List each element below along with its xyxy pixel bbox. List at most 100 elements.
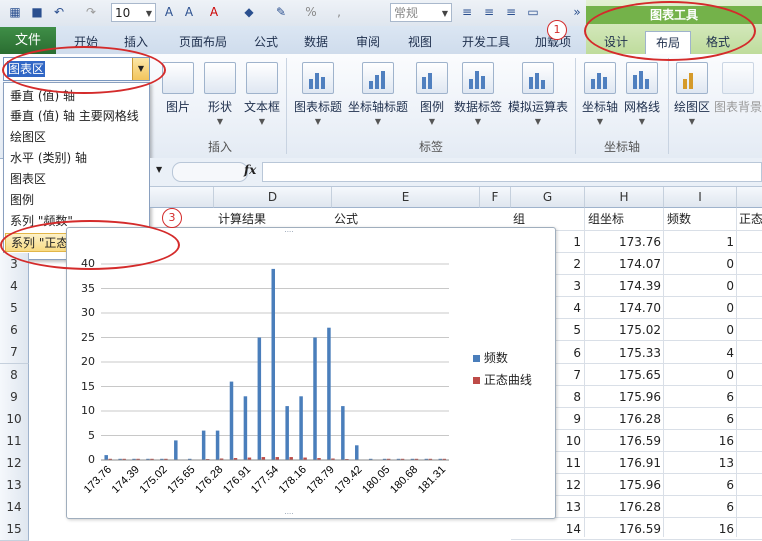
bar-frequency[interactable] — [230, 382, 234, 460]
column-header-g[interactable]: G — [511, 187, 585, 208]
histogram-chart[interactable]: ···· ···· 173.76174.39175.02175.65176.28… — [66, 227, 556, 519]
table-cell[interactable]: 0 — [664, 319, 734, 341]
column-header-f[interactable]: F — [480, 187, 511, 208]
table-cell[interactable]: 176.28 — [585, 496, 661, 518]
table-cell[interactable]: 0 — [664, 253, 734, 275]
chevron-down-icon[interactable]: ▼ — [156, 165, 162, 174]
table-cell[interactable]: 0 — [664, 364, 734, 386]
bar-frequency[interactable] — [341, 406, 345, 460]
column-header-i[interactable]: I — [664, 187, 737, 208]
axes-button[interactable]: 坐标轴▼ — [580, 62, 620, 126]
column-header-d[interactable]: D — [214, 187, 332, 208]
row-header[interactable]: 7 — [0, 341, 29, 364]
plot-area-button[interactable]: 绘图区▼ — [672, 62, 712, 126]
table-cell[interactable]: 176.91 — [585, 452, 661, 474]
tab-formulas[interactable]: 公式 — [248, 32, 284, 52]
tab-data[interactable]: 数据 — [298, 32, 334, 52]
insert-shapes-button[interactable]: 形状▼ — [202, 62, 238, 126]
table-cell[interactable]: 6 — [664, 474, 734, 496]
dropdown-item-horizontal-axis[interactable]: 水平 (类别) 轴 — [10, 149, 87, 168]
cell-i2[interactable]: 频数 — [667, 208, 691, 230]
table-cell[interactable]: 175.96 — [585, 474, 661, 496]
row-header[interactable]: 4 — [0, 275, 29, 298]
bar-frequency[interactable] — [244, 396, 248, 460]
align-center-icon[interactable]: ≡ — [480, 3, 498, 21]
shrink-font-icon[interactable]: A — [180, 3, 198, 21]
table-cell[interactable]: 6 — [664, 408, 734, 430]
column-header-h[interactable]: H — [585, 187, 664, 208]
formula-input[interactable] — [262, 162, 762, 182]
bar-frequency[interactable] — [202, 431, 206, 460]
table-cell[interactable]: 175.96 — [585, 386, 661, 408]
table-cell[interactable]: 16 — [664, 430, 734, 452]
tab-page-layout[interactable]: 页面布局 — [170, 32, 236, 52]
table-cell[interactable]: 4 — [664, 342, 734, 364]
table-cell[interactable]: 0 — [664, 297, 734, 319]
align-right-icon[interactable]: ≡ — [502, 3, 520, 21]
row-header[interactable]: 8 — [0, 364, 29, 387]
column-header-e[interactable]: E — [332, 187, 480, 208]
dropdown-item-vertical-gridlines[interactable]: 垂直 (值) 轴 主要网格线 — [10, 107, 139, 126]
insert-textbox-button[interactable]: 文本框▼ — [242, 62, 282, 126]
redo-icon[interactable]: ↷ — [82, 3, 100, 21]
bar-frequency[interactable] — [258, 338, 262, 461]
row-header[interactable]: 15 — [0, 518, 29, 541]
bar-frequency[interactable] — [104, 455, 108, 460]
dropdown-item-plot-area[interactable]: 绘图区 — [10, 128, 46, 147]
table-cell[interactable]: 173.76 — [585, 231, 661, 253]
bar-frequency[interactable] — [174, 440, 178, 460]
table-cell[interactable]: 6 — [664, 496, 734, 518]
chart-background-button[interactable]: 图表背景 — [714, 62, 762, 115]
bar-frequency[interactable] — [216, 431, 220, 460]
table-cell[interactable]: 175.02 — [585, 319, 661, 341]
merge-icon[interactable]: ▭ — [524, 3, 542, 21]
table-cell[interactable]: 175.33 — [585, 342, 661, 364]
table-cell[interactable]: 1 — [664, 231, 734, 253]
row-header[interactable]: 5 — [0, 297, 29, 320]
bar-frequency[interactable] — [327, 328, 331, 460]
row-header[interactable]: 12 — [0, 452, 29, 475]
cell-h2[interactable]: 组坐标 — [588, 208, 624, 230]
row-header[interactable]: 14 — [0, 496, 29, 519]
table-cell[interactable]: 176.59 — [585, 430, 661, 452]
bar-frequency[interactable] — [272, 269, 276, 460]
data-labels-button[interactable]: 数据标签▼ — [452, 62, 504, 126]
percent-icon[interactable]: % — [302, 3, 320, 21]
legend[interactable]: 频数 正态曲线 — [473, 350, 532, 390]
row-header[interactable]: 10 — [0, 408, 29, 431]
grow-font-icon[interactable]: A — [160, 3, 178, 21]
table-cell[interactable]: 6 — [664, 386, 734, 408]
tab-developer[interactable]: 开发工具 — [456, 32, 516, 52]
data-table-button[interactable]: 模拟运算表▼ — [506, 62, 570, 126]
format-painter-icon[interactable]: ✎ — [272, 3, 290, 21]
align-left-icon[interactable]: ≡ — [458, 3, 476, 21]
row-header[interactable]: 9 — [0, 386, 29, 409]
more-commands-icon[interactable]: » — [568, 3, 586, 21]
row-header[interactable]: 6 — [0, 319, 29, 342]
row-header[interactable]: 13 — [0, 474, 29, 497]
bar-frequency[interactable] — [355, 445, 359, 460]
legend-button[interactable]: 图例▼ — [414, 62, 450, 126]
table-cell[interactable]: 176.28 — [585, 408, 661, 430]
gridlines-button[interactable]: 网格线▼ — [622, 62, 662, 126]
table-cell[interactable]: 174.70 — [585, 297, 661, 319]
number-format-combo[interactable]: 常规▼ — [390, 3, 452, 22]
column-header-j[interactable] — [737, 187, 762, 208]
table-cell[interactable]: 174.39 — [585, 275, 661, 297]
save-icon[interactable]: ■ — [28, 3, 46, 21]
table-cell[interactable]: 13 — [664, 452, 734, 474]
column-header-c[interactable] — [150, 187, 214, 208]
tab-review[interactable]: 审阅 — [350, 32, 386, 52]
font-size-combo[interactable]: 10▼ — [111, 3, 156, 22]
insert-function-icon[interactable]: fx — [244, 163, 256, 177]
bar-frequency[interactable] — [299, 396, 303, 460]
font-color-icon[interactable]: A — [205, 3, 223, 21]
row-header[interactable]: 11 — [0, 430, 29, 453]
table-cell[interactable]: 175.65 — [585, 364, 661, 386]
undo-icon[interactable]: ↶ — [50, 3, 68, 21]
decimal-icon[interactable]: , — [330, 3, 348, 21]
table-cell[interactable]: 174.07 — [585, 253, 661, 275]
bar-frequency[interactable] — [313, 338, 317, 461]
fill-color-icon[interactable]: ◆ — [240, 3, 258, 21]
table-cell[interactable]: 0 — [664, 275, 734, 297]
